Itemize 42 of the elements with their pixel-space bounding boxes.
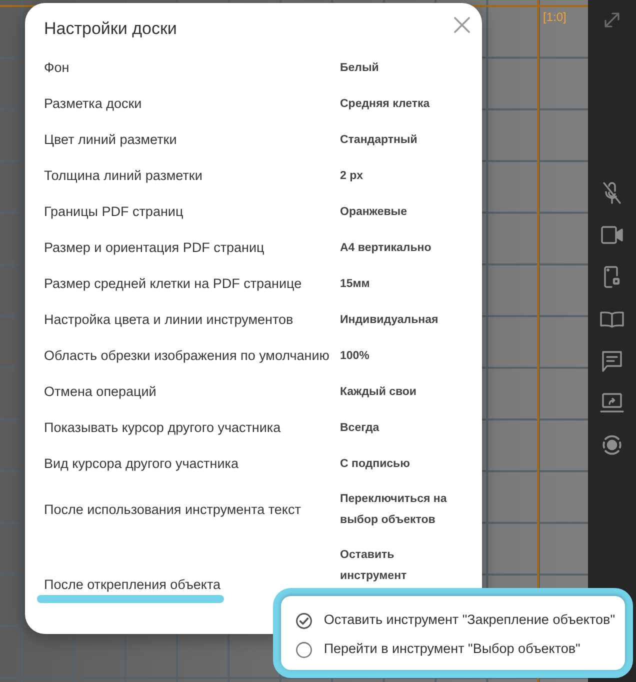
setting-label: Размер средней клетки на PDF странице xyxy=(44,275,303,293)
laptop-share-icon[interactable] xyxy=(600,393,624,413)
setting-value[interactable]: С подписью xyxy=(340,454,452,474)
book-icon[interactable] xyxy=(600,310,624,328)
setting-label: Область обрезки изображения по умолчанию xyxy=(44,347,330,365)
close-button[interactable] xyxy=(454,17,470,33)
setting-label: Вид курсора другого участника xyxy=(44,455,240,473)
coordinate-label: [1:0] xyxy=(543,9,566,25)
setting-value[interactable]: Индивидуальная xyxy=(340,310,452,330)
setting-label: Отмена операций xyxy=(44,383,158,401)
setting-label: Фон xyxy=(44,59,70,77)
setting-value[interactable]: 100% xyxy=(340,346,452,366)
setting-value[interactable]: А4 вертикально xyxy=(340,238,452,258)
video-camera-icon[interactable] xyxy=(601,226,623,244)
setting-value[interactable]: Стандартный xyxy=(340,130,452,150)
setting-label: Толщина линий разметки xyxy=(44,167,204,185)
setting-value[interactable]: Каждый свои xyxy=(340,382,452,402)
message-icon[interactable] xyxy=(602,350,622,372)
setting-label: Настройка цвета и линии инструментов xyxy=(44,311,294,329)
dropdown-option[interactable]: Оставить инструмент "Закрепление объектов" xyxy=(296,606,615,635)
setting-value[interactable]: Переключиться на выбор объектов xyxy=(340,489,452,531)
setting-value[interactable]: 15мм xyxy=(340,274,452,294)
phone-lock-icon[interactable] xyxy=(604,266,620,288)
mic-off-icon[interactable] xyxy=(602,181,622,205)
setting-value[interactable]: Оставить инструмент xyxy=(340,545,452,587)
setting-label: После использования инструмента текст xyxy=(44,501,302,519)
dialog-title: Настройки доски xyxy=(44,18,177,40)
setting-value[interactable]: Всегда xyxy=(340,418,452,438)
setting-value[interactable]: Белый xyxy=(340,58,452,78)
record-icon[interactable] xyxy=(601,434,623,456)
setting-label: Размер и ориентация PDF страниц xyxy=(44,239,266,257)
setting-label: Границы PDF страниц xyxy=(44,203,184,221)
dropdown-option[interactable]: Перейти в инструмент "Выбор объектов" xyxy=(296,635,615,664)
setting-label: Показывать курсор другого участника xyxy=(44,419,282,437)
setting-value[interactable]: Оранжевые xyxy=(340,202,452,222)
setting-label: Цвет линий разметки xyxy=(44,131,178,149)
setting-label: После открепления объекта xyxy=(44,576,222,594)
setting-label: Разметка доски xyxy=(44,95,143,113)
setting-value[interactable]: Средняя клетка xyxy=(340,94,452,114)
setting-value[interactable]: 2 px xyxy=(340,166,452,186)
diagonal-arrows-icon[interactable] xyxy=(603,11,621,29)
close-icon xyxy=(454,17,470,33)
